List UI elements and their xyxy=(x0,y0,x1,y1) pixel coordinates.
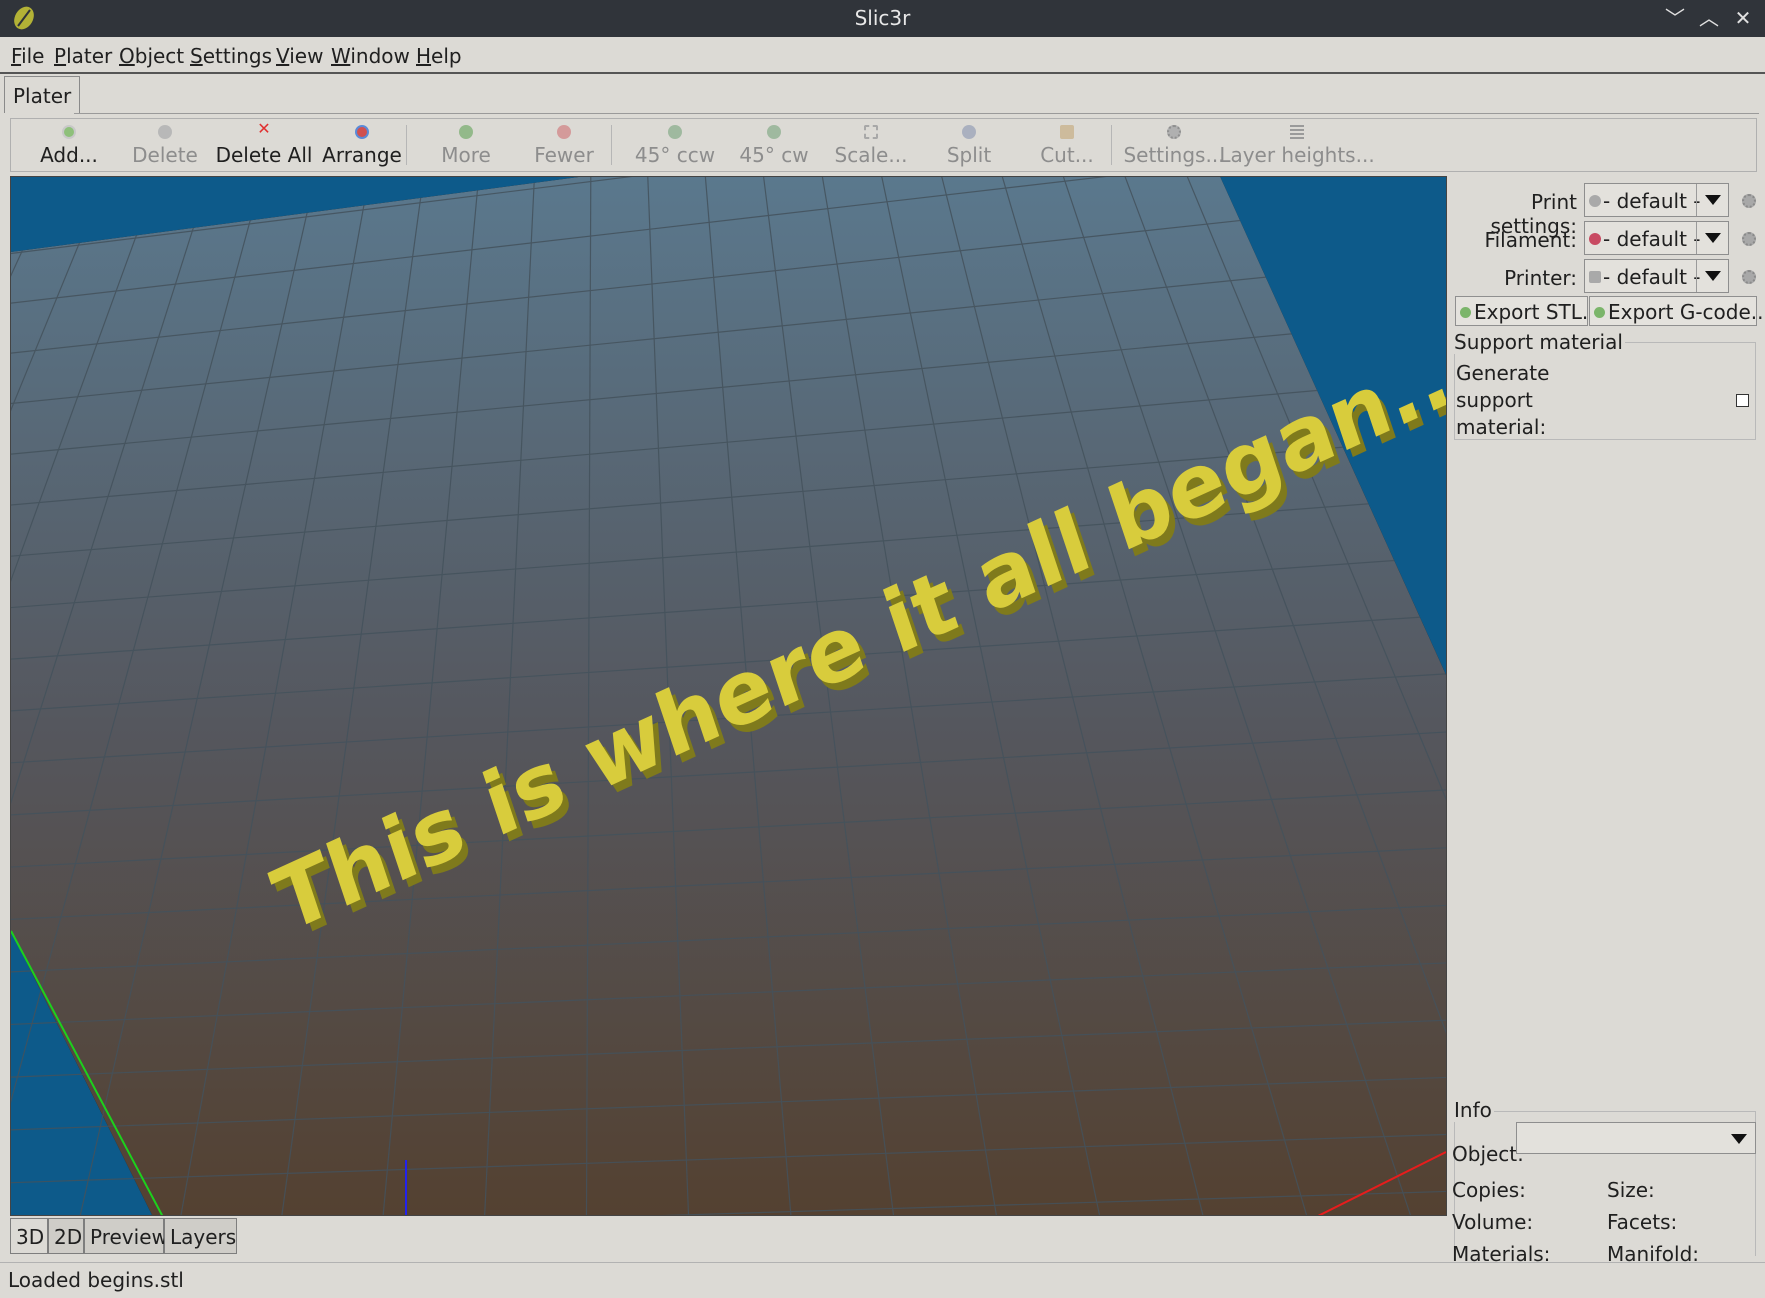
filament-icon xyxy=(1589,233,1601,245)
filament-label: Filament: xyxy=(1484,228,1577,252)
print-settings-gear-icon[interactable] xyxy=(1742,194,1756,208)
menu-bar: File Plater Object Settings View Window … xyxy=(0,37,1765,74)
window-title: Slic3r xyxy=(854,6,911,30)
filament-combo[interactable]: - default - xyxy=(1584,221,1729,255)
menu-object[interactable]: Object xyxy=(119,44,184,68)
gear-icon xyxy=(1167,125,1181,139)
info-title: Info xyxy=(1452,1098,1494,1122)
delete-button[interactable]: Delete xyxy=(117,119,213,171)
status-bar: Loaded begins.stl xyxy=(0,1262,1765,1298)
split-icon xyxy=(962,125,976,139)
rotate-cw-button[interactable]: 45° cw xyxy=(727,119,821,171)
printer-combo[interactable]: - default - xyxy=(1584,259,1729,293)
tab-plater[interactable]: Plater xyxy=(4,76,81,113)
plus-icon xyxy=(459,125,473,139)
add-icon xyxy=(62,125,76,139)
export-icon xyxy=(1594,307,1605,318)
plater-toolbar: Add... Delete ✕ Delete All Arrange More … xyxy=(10,118,1757,172)
object-settings-button[interactable]: Settings... xyxy=(1117,119,1231,171)
printer-label: Printer: xyxy=(1504,266,1577,290)
tab-strip: Plater xyxy=(0,76,1765,115)
delete-icon xyxy=(158,125,172,139)
more-button[interactable]: More xyxy=(421,119,511,171)
print-settings-combo[interactable]: - default - xyxy=(1584,183,1729,217)
menu-window[interactable]: Window xyxy=(331,44,410,68)
object-select[interactable] xyxy=(1516,1122,1756,1154)
dropdown-arrow-icon[interactable] xyxy=(1723,1123,1755,1155)
maximize-icon[interactable]: ︿ xyxy=(1694,4,1724,32)
rotate-ccw-button[interactable]: 45° ccw xyxy=(623,119,727,171)
title-bar: Slic3r ﹀ ︿ ✕ xyxy=(0,0,1765,37)
tab-divider xyxy=(74,113,1759,114)
cut-icon xyxy=(1060,125,1074,139)
menu-help[interactable]: Help xyxy=(416,44,462,68)
delete-all-icon: ✕ xyxy=(257,119,271,138)
minimize-icon[interactable]: ﹀ xyxy=(1660,4,1690,32)
printer-icon xyxy=(1589,271,1601,283)
delete-all-button[interactable]: ✕ Delete All xyxy=(211,119,317,171)
split-button[interactable]: Split xyxy=(921,119,1017,171)
toolbar-separator xyxy=(611,125,612,165)
tab-preview[interactable]: Preview xyxy=(84,1218,168,1254)
export-icon xyxy=(1460,307,1471,318)
add-button[interactable]: Add... xyxy=(21,119,117,171)
tab-3d[interactable]: 3D xyxy=(10,1218,48,1254)
export-gcode-button[interactable]: Export G-code... xyxy=(1589,296,1765,326)
arrange-button[interactable]: Arrange xyxy=(317,119,407,171)
object-label: Object: xyxy=(1452,1142,1524,1166)
support-material-title: Support material xyxy=(1452,330,1625,354)
arrange-icon xyxy=(355,125,369,139)
fewer-button[interactable]: Fewer xyxy=(519,119,609,171)
right-panel: Print settings: - default - Filament: - … xyxy=(1450,176,1765,1266)
tab-2d[interactable]: 2D xyxy=(48,1218,84,1254)
volume-label: Volume: xyxy=(1452,1210,1534,1234)
scale-icon xyxy=(864,125,878,139)
rotate-ccw-icon xyxy=(668,125,682,139)
minus-icon xyxy=(557,125,571,139)
menu-file[interactable]: File xyxy=(11,44,44,68)
layers-icon xyxy=(1290,125,1304,139)
toolbar-separator xyxy=(1111,125,1112,165)
copies-label: Copies: xyxy=(1452,1178,1526,1202)
menu-settings[interactable]: Settings xyxy=(190,44,272,68)
close-icon[interactable]: ✕ xyxy=(1728,4,1758,32)
printer-gear-icon[interactable] xyxy=(1742,270,1756,284)
filament-gear-icon[interactable] xyxy=(1742,232,1756,246)
viewport-canvas[interactable]: This is where it all began... This is wh… xyxy=(11,177,1446,1215)
scale-button[interactable]: Scale... xyxy=(823,119,919,171)
menu-plater[interactable]: Plater xyxy=(54,44,112,68)
dropdown-arrow-icon[interactable] xyxy=(1696,184,1728,216)
dropdown-arrow-icon[interactable] xyxy=(1696,222,1728,254)
rotate-cw-icon xyxy=(767,125,781,139)
3d-viewport[interactable]: This is where it all began... This is wh… xyxy=(10,176,1447,1216)
menu-view[interactable]: View xyxy=(276,44,323,68)
print-settings-icon xyxy=(1589,195,1601,207)
generate-support-checkbox[interactable] xyxy=(1736,394,1749,407)
facets-label: Facets: xyxy=(1607,1210,1678,1234)
generate-support-label: Generate support material: xyxy=(1456,361,1550,439)
status-text: Loaded begins.stl xyxy=(8,1268,184,1292)
export-stl-button[interactable]: Export STL... xyxy=(1455,296,1601,326)
tab-layers[interactable]: Layers xyxy=(164,1218,237,1254)
size-label: Size: xyxy=(1607,1178,1655,1202)
dropdown-arrow-icon[interactable] xyxy=(1696,260,1728,292)
layer-heights-button[interactable]: Layer heights... xyxy=(1217,119,1377,171)
cut-button[interactable]: Cut... xyxy=(1019,119,1115,171)
toolbar-separator xyxy=(406,125,407,165)
